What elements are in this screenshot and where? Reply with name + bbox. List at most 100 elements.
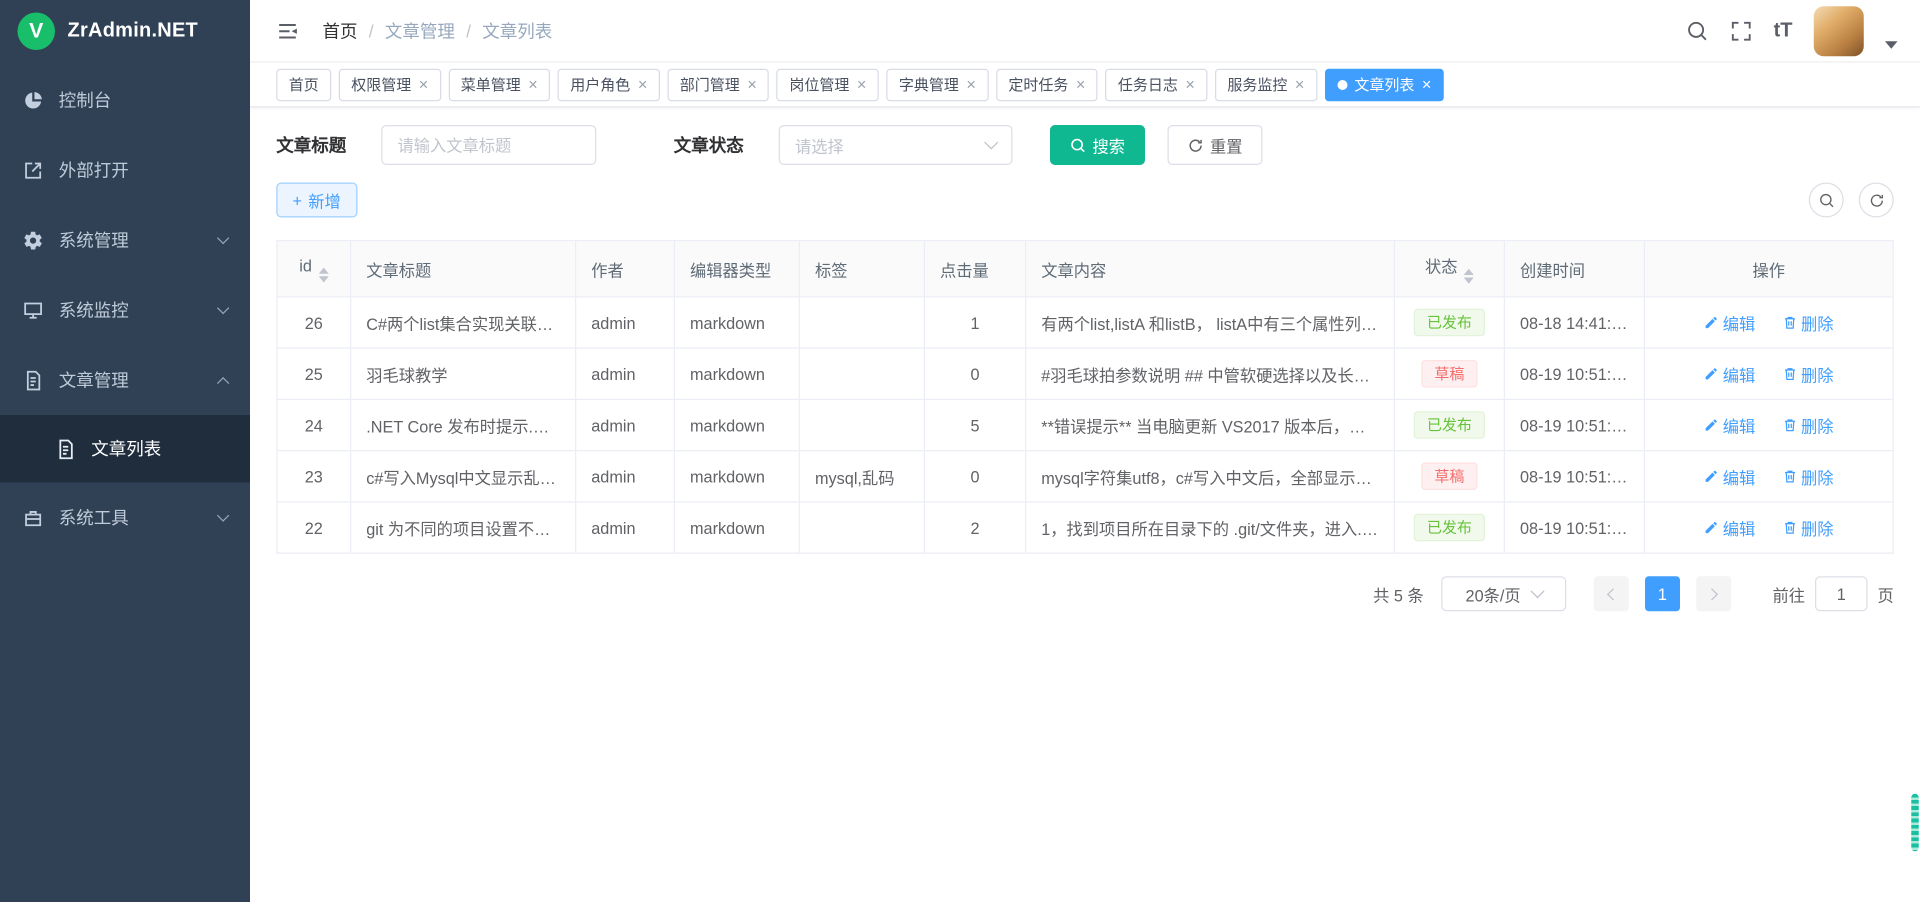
breadcrumb-article-management[interactable]: 文章管理 [385, 18, 455, 43]
sidebar-menu: 控制台 外部打开 系统管理 系统监控 [0, 63, 250, 553]
chevron-left-icon [1607, 588, 1619, 600]
chevron-down-icon [1530, 584, 1544, 598]
tab-dict[interactable]: 字典管理× [886, 68, 988, 101]
tab-task-log[interactable]: 任务日志× [1105, 68, 1207, 101]
reset-button[interactable]: 重置 [1168, 125, 1263, 165]
table-row[interactable]: 22 git 为不同的项目设置不同... admin markdown 2 1，… [277, 502, 1893, 553]
sidebar-item-system-management[interactable]: 系统管理 [0, 205, 250, 275]
close-icon[interactable]: × [1422, 76, 1431, 92]
edit-link[interactable]: 编辑 [1704, 464, 1755, 488]
tab-permission[interactable]: 权限管理× [339, 68, 441, 101]
cell-editor: markdown [674, 502, 799, 553]
tab-post[interactable]: 岗位管理× [777, 68, 879, 101]
close-icon[interactable]: × [528, 76, 537, 92]
tab-menu[interactable]: 菜单管理× [448, 68, 550, 101]
document-icon [23, 369, 44, 390]
page-size-select[interactable]: 20条/页 [1441, 576, 1566, 611]
delete-link[interactable]: 删除 [1782, 311, 1833, 335]
tab-home[interactable]: 首页 [276, 68, 331, 101]
table-row[interactable]: 24 .NET Core 发布时提示.NET... admin markdown… [277, 399, 1893, 450]
cell-tags [799, 502, 924, 553]
article-status-select[interactable]: 请选择 [779, 125, 1013, 165]
plus-icon: + [293, 191, 302, 210]
app-logo[interactable]: V ZrAdmin.NET [0, 0, 250, 63]
sidebar-item-external-open[interactable]: 外部打开 [0, 135, 250, 205]
sidebar-item-system-tools[interactable]: 系统工具 [0, 483, 250, 553]
table-row[interactable]: 23 c#写入Mysql中文显示乱码 ... admin markdown my… [277, 451, 1893, 502]
chevron-down-icon [217, 302, 229, 314]
cell-author: admin [576, 399, 675, 450]
close-icon[interactable]: × [419, 76, 428, 92]
cell-id: 25 [277, 348, 351, 399]
table-row[interactable]: 26 C#两个list集合实现关联，... admin markdown 1 有… [277, 297, 1893, 348]
close-icon[interactable]: × [747, 76, 756, 92]
cell-author: admin [576, 348, 675, 399]
status-badge: 草稿 [1422, 360, 1477, 388]
sidebar-item-label: 系统工具 [59, 505, 129, 530]
table-row[interactable]: 25 羽毛球教学 admin markdown 0 #羽毛球拍参数说明 ## 中… [277, 348, 1893, 399]
col-id[interactable]: id [277, 241, 351, 297]
next-page-button[interactable] [1696, 576, 1731, 611]
cell-created: 08-19 10:51:27 [1504, 399, 1644, 450]
col-status[interactable]: 状态 [1394, 241, 1504, 297]
fullscreen-icon[interactable] [1730, 19, 1753, 42]
prev-page-button[interactable] [1594, 576, 1629, 611]
breadcrumb-current: 文章列表 [482, 18, 552, 43]
search-icon[interactable] [1686, 19, 1709, 42]
delete-link[interactable]: 删除 [1782, 516, 1833, 540]
goto-page-input[interactable] [1815, 576, 1868, 611]
table-toolbar: + 新增 [276, 183, 1894, 218]
col-editor: 编辑器类型 [674, 241, 799, 297]
status-badge: 已发布 [1414, 514, 1484, 542]
edit-link[interactable]: 编辑 [1704, 413, 1755, 437]
sidebar-item-dashboard[interactable]: 控制台 [0, 65, 250, 135]
tab-service-monitor[interactable]: 服务监控× [1215, 68, 1317, 101]
tab-user-role[interactable]: 用户角色× [558, 68, 660, 101]
cell-tags [799, 399, 924, 450]
toggle-search-icon[interactable] [1809, 183, 1844, 218]
close-icon[interactable]: × [1076, 76, 1085, 92]
cell-title: C#两个list集合实现关联，... [351, 297, 576, 348]
page-number-current[interactable]: 1 [1645, 576, 1680, 611]
cell-editor: markdown [674, 297, 799, 348]
cell-status: 已发布 [1394, 502, 1504, 553]
search-button[interactable]: 搜索 [1050, 125, 1145, 165]
pagination: 共 5 条 20条/页 1 前往 页 [276, 576, 1894, 611]
close-icon[interactable]: × [638, 76, 647, 92]
sidebar-item-system-monitor[interactable]: 系统监控 [0, 275, 250, 345]
article-title-input[interactable] [381, 125, 596, 165]
edit-link[interactable]: 编辑 [1704, 311, 1755, 335]
close-icon[interactable]: × [1185, 76, 1194, 92]
scrollbar-thumb[interactable] [1911, 794, 1919, 852]
delete-link[interactable]: 删除 [1782, 362, 1833, 386]
tag-view-bar: 首页 权限管理× 菜单管理× 用户角色× 部门管理× 岗位管理× 字典管理× 定… [250, 63, 1920, 108]
cell-title: .NET Core 发布时提示.NET... [351, 399, 576, 450]
delete-link[interactable]: 删除 [1782, 464, 1833, 488]
delete-link[interactable]: 删除 [1782, 413, 1833, 437]
tab-scheduled-task[interactable]: 定时任务× [996, 68, 1098, 101]
close-icon[interactable]: × [857, 76, 866, 92]
col-hits: 点击量 [924, 241, 1025, 297]
sidebar-item-article-management[interactable]: 文章管理 [0, 345, 250, 415]
cell-created: 08-19 10:51:29 [1504, 348, 1644, 399]
sort-icon[interactable] [1464, 269, 1474, 284]
refresh-icon[interactable] [1859, 183, 1894, 218]
sidebar-item-article-list[interactable]: 文章列表 [0, 415, 250, 483]
col-title: 文章标题 [351, 241, 576, 297]
user-avatar[interactable] [1814, 6, 1864, 56]
close-icon[interactable]: × [1295, 76, 1304, 92]
caret-down-icon[interactable] [1885, 41, 1898, 49]
status-badge: 草稿 [1422, 463, 1477, 491]
tab-department[interactable]: 部门管理× [667, 68, 769, 101]
font-size-icon[interactable]: tT [1774, 19, 1793, 42]
close-icon[interactable]: × [966, 76, 975, 92]
edit-link[interactable]: 编辑 [1704, 362, 1755, 386]
breadcrumb-separator: / [466, 21, 471, 41]
sidebar-fold-icon[interactable] [275, 18, 300, 43]
tab-article-list[interactable]: 文章列表× [1324, 68, 1444, 101]
add-button[interactable]: + 新增 [276, 183, 357, 218]
sort-icon[interactable] [318, 267, 328, 282]
chevron-up-icon [217, 376, 229, 388]
edit-link[interactable]: 编辑 [1704, 516, 1755, 540]
breadcrumb-home[interactable]: 首页 [323, 18, 358, 43]
